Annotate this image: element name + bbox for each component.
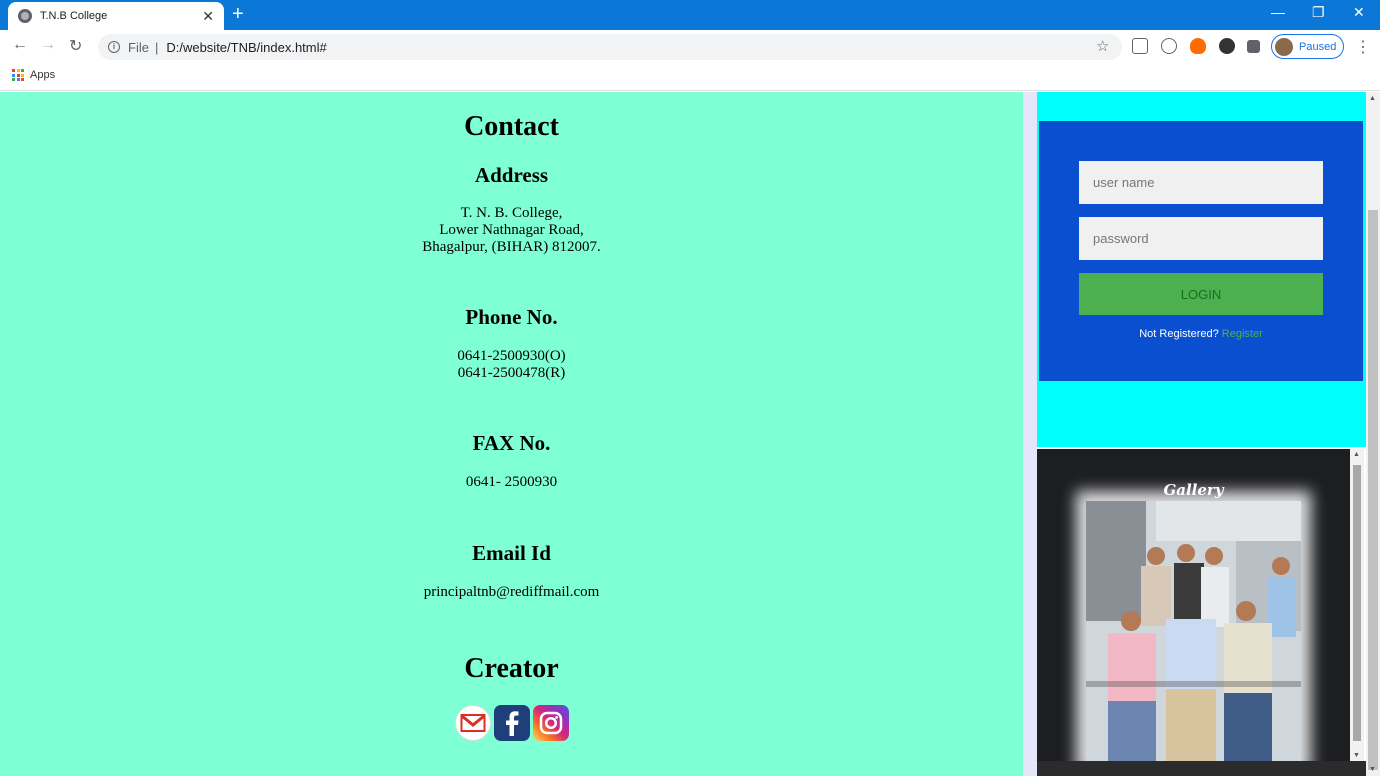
url-separator: | (154, 39, 159, 55)
register-prompt: Not Registered? Register (1039, 328, 1363, 340)
page-scroll-up-icon[interactable]: ▲ (1369, 95, 1376, 102)
minimize-icon[interactable]: — (1271, 4, 1285, 20)
address-heading: Address (474, 163, 549, 187)
footer-strip (1037, 761, 1366, 776)
profile-status: Paused (1299, 40, 1337, 53)
page-viewport: Contact Address T. N. B. College, Lower … (0, 92, 1366, 776)
scroll-up-icon[interactable]: ▲ (1353, 451, 1360, 458)
phone-heading: Phone No. (465, 305, 558, 329)
gallery-panel: Gallery (1037, 449, 1350, 761)
puzzle-icon[interactable] (1247, 40, 1260, 53)
bookmarks-bar: Apps (0, 63, 1380, 91)
email-heading: Email Id (472, 541, 551, 565)
url-text[interactable]: D:/website/TNB/index.html# (166, 40, 326, 55)
bookmark-star-icon[interactable]: ☆ (1096, 37, 1109, 55)
address-line-3: Bhagalpur, (BIHAR) 812007. (422, 239, 601, 255)
not-registered-text: Not Registered? (1139, 328, 1219, 340)
apps-label: Apps (30, 69, 56, 81)
facebook-icon[interactable] (494, 705, 530, 741)
forward-icon[interactable]: → (40, 36, 56, 54)
divider-strip (1023, 92, 1037, 776)
address-bar[interactable]: i File | D:/website/TNB/index.html# (98, 34, 1122, 60)
login-form: LOGIN Not Registered? Register (1039, 121, 1363, 381)
fax-heading: FAX No. (472, 431, 551, 455)
reload-icon[interactable]: ↻ (69, 36, 82, 56)
instagram-icon[interactable] (533, 705, 569, 741)
page-scroll-thumb[interactable] (1368, 210, 1378, 770)
restore-icon[interactable]: ❐ (1312, 4, 1325, 21)
more-menu-icon[interactable]: ⋮ (1355, 37, 1371, 57)
login-panel: LOGIN Not Registered? Register (1037, 92, 1366, 447)
browser-tab[interactable]: T.N.B College ✕ (8, 2, 224, 30)
fire-extension-icon[interactable] (1190, 38, 1206, 54)
gallery-title: Gallery (1163, 481, 1224, 499)
gallery-photo[interactable] (1086, 501, 1301, 761)
globe-icon (18, 9, 32, 23)
new-tab-button[interactable]: + (232, 4, 244, 24)
profile-button[interactable]: Paused (1271, 34, 1344, 59)
address-text: T. N. B. College, Lower Nathnagar Road, … (0, 205, 1023, 256)
gallery-scrollbar[interactable]: ▲ ▼ (1350, 449, 1364, 761)
social-links (455, 705, 569, 741)
gmail-icon[interactable] (455, 705, 491, 741)
phone-residence: 0641-2500478(R) (457, 365, 566, 381)
reading-list-icon[interactable] (1132, 38, 1148, 54)
register-link[interactable]: Register (1222, 328, 1263, 340)
close-tab-icon[interactable]: ✕ (202, 8, 214, 25)
browser-toolbar: ← → ↻ i File | D:/website/TNB/index.html… (0, 30, 1380, 63)
address-line-2: Lower Nathnagar Road, (439, 222, 584, 238)
creator-heading: Creator (464, 653, 559, 684)
extension-badge-icon[interactable] (1219, 38, 1235, 54)
phone-office: 0641-2500930(O) (457, 348, 566, 364)
fax-text: 0641- 2500930 (465, 474, 558, 490)
apps-grid-icon (12, 69, 24, 81)
close-window-icon[interactable]: ✕ (1353, 4, 1365, 21)
page-scrollbar[interactable]: ▲ ▼ (1366, 92, 1380, 776)
username-input[interactable] (1079, 161, 1323, 204)
gallery-scroll-thumb[interactable] (1353, 465, 1361, 741)
contact-heading: Contact (464, 111, 559, 142)
tab-title: T.N.B College (40, 10, 108, 22)
browser-title-bar: T.N.B College ✕ + — ❐ ✕ (0, 0, 1380, 30)
email-text: principaltnb@rediffmail.com (423, 584, 600, 600)
login-button[interactable]: LOGIN (1079, 273, 1323, 315)
url-scheme: File (128, 39, 149, 55)
speed-dial-icon[interactable] (1161, 38, 1177, 54)
phone-text: 0641-2500930(O) 0641-2500478(R) (0, 348, 1023, 382)
apps-shortcut[interactable]: Apps (12, 69, 55, 81)
address-line-1: T. N. B. College, (460, 205, 563, 221)
page-scroll-down-icon[interactable]: ▼ (1369, 766, 1376, 773)
avatar (1275, 37, 1293, 56)
contact-section: Contact Address T. N. B. College, Lower … (0, 92, 1023, 776)
scroll-down-icon[interactable]: ▼ (1353, 752, 1360, 759)
back-icon[interactable]: ← (12, 36, 28, 54)
password-input[interactable] (1079, 217, 1323, 260)
info-icon[interactable]: i (108, 41, 120, 53)
